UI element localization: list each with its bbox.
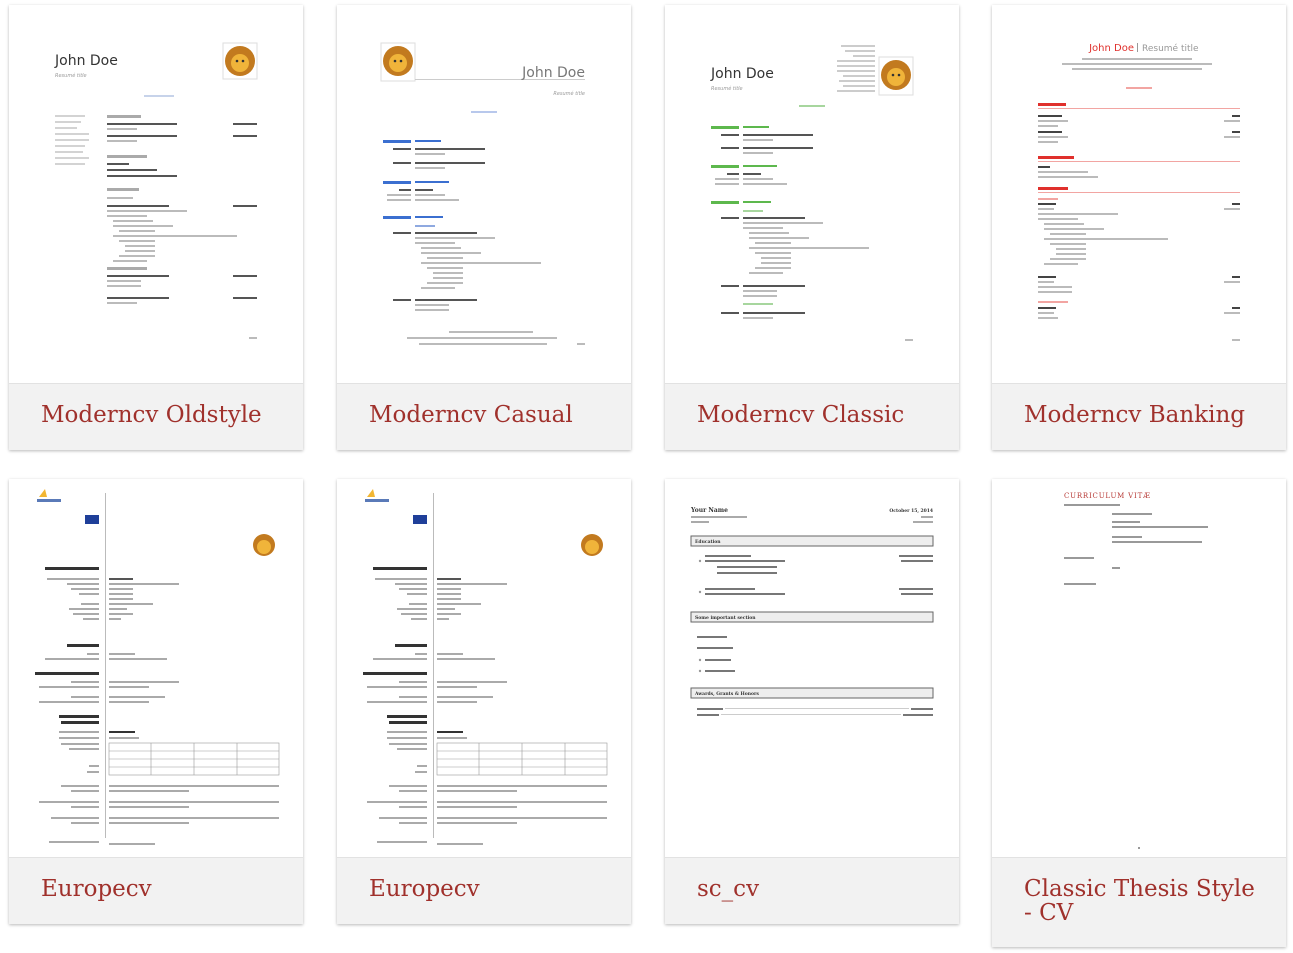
template-title[interactable]: Moderncv Classic <box>697 403 941 427</box>
language-table <box>108 742 280 776</box>
template-title[interactable]: Europecv <box>41 877 285 901</box>
template-card-europecv-alt[interactable]: Europecv <box>337 479 631 924</box>
template-preview-thumbnail[interactable]: John Doe Resumé title <box>665 5 959 384</box>
preview-sc-section: Awards, Grants & Honors <box>694 691 759 697</box>
template-card-sc-cv[interactable]: Your Name October 15, 2014 Education Som… <box>665 479 959 924</box>
template-card-europecv[interactable]: Europecv <box>9 479 303 924</box>
preview-sc-section: Education <box>695 539 721 545</box>
template-title[interactable]: Moderncv Oldstyle <box>41 403 285 427</box>
template-card-moderncv-banking[interactable]: John Doe Resumé title Moderncv Banking <box>992 5 1286 450</box>
template-title[interactable]: Moderncv Casual <box>369 403 613 427</box>
template-preview-thumbnail[interactable]: Your Name October 15, 2014 Education Som… <box>665 479 959 858</box>
preview-resume-title: Resumé title <box>711 85 743 92</box>
lion-avatar-icon <box>878 56 914 96</box>
preview-sc-section: Some important section <box>695 615 756 621</box>
template-preview-thumbnail[interactable]: John Doe Resumé title <box>992 5 1286 384</box>
template-preview-thumbnail[interactable]: CURRICULUM VITÆ <box>992 479 1286 858</box>
preview-resume-title: Resumé title <box>1142 43 1199 54</box>
template-card-moderncv-classic[interactable]: John Doe Resumé title Moderncv Classic <box>665 5 959 450</box>
preview-sc-date: October 15, 2014 <box>889 508 933 514</box>
template-title[interactable]: Europecv <box>369 877 613 901</box>
preview-cv-name: John Doe <box>54 53 118 69</box>
template-preview-thumbnail[interactable]: John Doe Resumé title <box>337 5 631 384</box>
lion-avatar-icon <box>380 42 416 82</box>
preview-resume-title: Resumé title <box>55 72 87 79</box>
preview-cv-name: John Doe <box>521 65 585 81</box>
template-card-classic-thesis-cv[interactable]: CURRICULUM VITÆ Classic Thesis Style - C… <box>992 479 1286 947</box>
template-title[interactable]: sc_cv <box>697 877 941 901</box>
lion-avatar-icon <box>222 42 258 80</box>
eu-flag-icon <box>85 515 99 524</box>
template-grid: John Doe Resumé title Moderncv Oldstyle … <box>0 0 1293 953</box>
template-title[interactable]: Moderncv Banking <box>1024 403 1268 427</box>
template-card-moderncv-casual[interactable]: John Doe Resumé title Moderncv Casual <box>337 5 631 450</box>
lion-avatar-icon <box>253 534 275 556</box>
lion-avatar-icon <box>581 534 603 556</box>
preview-thesis-heading: CURRICULUM VITÆ <box>1064 492 1151 500</box>
template-preview-thumbnail[interactable]: John Doe Resumé title <box>9 5 303 384</box>
template-card-moderncv-oldstyle[interactable]: John Doe Resumé title Moderncv Oldstyle <box>9 5 303 450</box>
preview-sc-name: Your Name <box>690 507 728 514</box>
europass-logo-icon <box>365 489 389 502</box>
template-preview-thumbnail[interactable] <box>337 479 631 858</box>
language-table <box>436 742 608 776</box>
preview-cv-name: John Doe <box>1088 43 1134 54</box>
preview-resume-title: Resumé title <box>553 90 585 97</box>
template-title[interactable]: Classic Thesis Style - CV <box>1024 877 1268 925</box>
preview-cv-name: John Doe <box>710 66 774 82</box>
template-preview-thumbnail[interactable] <box>9 479 303 858</box>
europass-logo-icon <box>37 489 61 502</box>
eu-flag-icon <box>413 515 427 524</box>
